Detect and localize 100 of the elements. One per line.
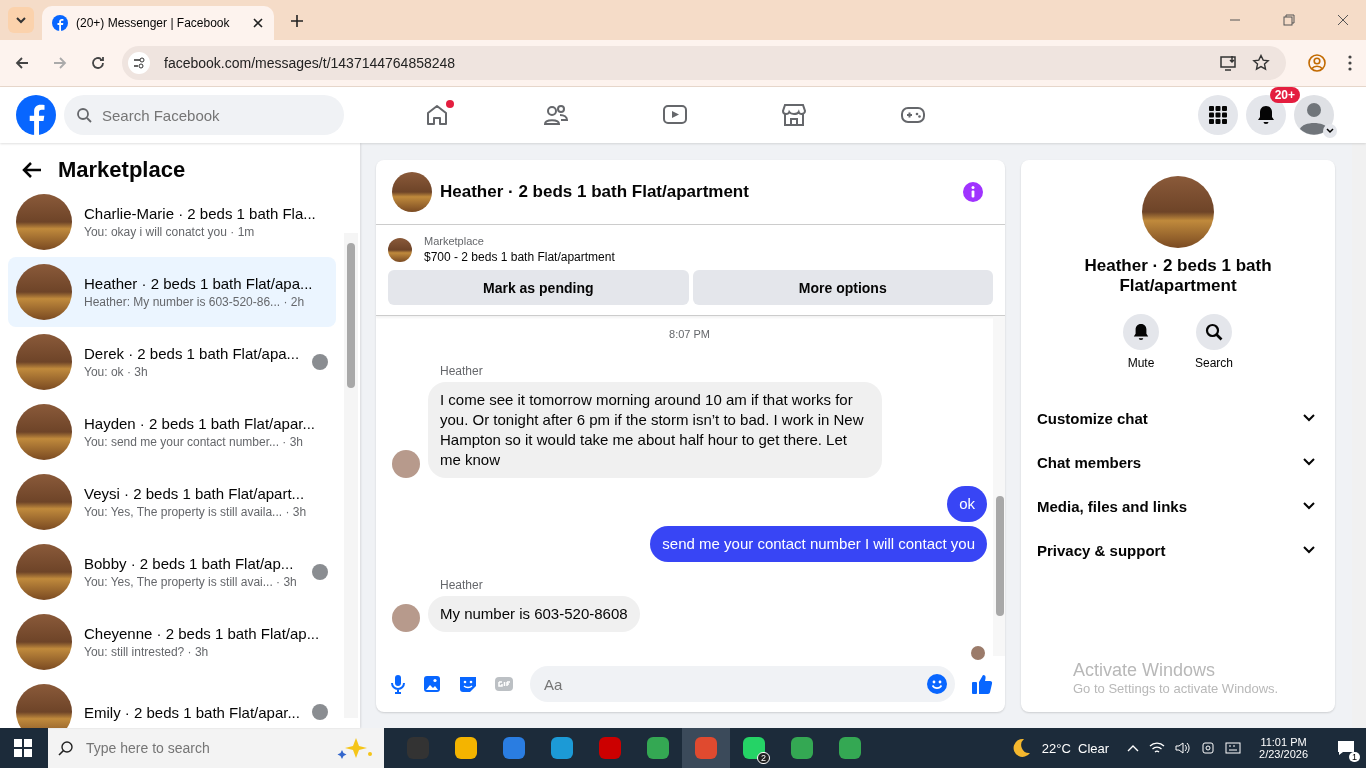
app-icon [455, 737, 477, 759]
conversation-title: Emily · 2 beds 1 bath Flat/apar... [84, 703, 300, 721]
windows-start-icon[interactable] [14, 739, 32, 757]
reload-icon[interactable] [90, 55, 106, 71]
sender-name: Heather [440, 578, 484, 592]
conversation-item[interactable]: Derek · 2 beds 1 bath Flat/apa... You: ok · 3h [8, 327, 336, 397]
thumbs-up-icon[interactable] [971, 673, 993, 695]
keyboard-language-icon[interactable] [1225, 741, 1242, 755]
image-icon[interactable] [422, 674, 442, 694]
listing-photo [16, 684, 72, 728]
search-box[interactable]: Search Facebook [64, 95, 344, 135]
avatar [392, 450, 420, 478]
listing-photo [16, 614, 72, 670]
conversation-title: Veysi · 2 beds 1 bath Flat/apart... [84, 485, 306, 502]
listing-photo [16, 544, 72, 600]
conversation-title: Heather · 2 beds 1 bath Flat/apa... [84, 275, 314, 292]
url-text: facebook.com/messages/t/1437144764858248 [164, 55, 456, 71]
menu-icon[interactable] [1348, 55, 1352, 71]
mute-button[interactable] [1123, 314, 1159, 350]
conversation-item[interactable]: Hayden · 2 beds 1 bath Flat/apar... You: send me your contact number... · 3h [8, 397, 336, 467]
conversation-item[interactable]: Cheyenne · 2 beds 1 bath Flat/ap... You: still intrested? · 3h [8, 607, 336, 677]
app-icon [551, 737, 573, 759]
home-icon[interactable] [424, 102, 450, 128]
conversation-title: Hayden · 2 beds 1 bath Flat/apar... [84, 415, 316, 432]
conversation-item[interactable]: Bobby · 2 beds 1 bath Flat/ap... You: Yes, The property is still avai... · 3h [8, 537, 336, 607]
search-button[interactable] [1196, 314, 1232, 350]
listing-label: Marketplace [424, 235, 485, 247]
listing-photo [16, 404, 72, 460]
sidebar-title: Marketplace [58, 157, 186, 183]
sticker-icon[interactable] [458, 674, 478, 694]
microphone-icon[interactable] [390, 674, 406, 694]
install-app-icon[interactable] [1220, 55, 1238, 71]
storefront-icon[interactable] [781, 102, 807, 128]
message-input-field[interactable]: Aa [542, 674, 927, 694]
scrollbar[interactable] [344, 233, 358, 718]
account-dropdown-icon[interactable] [1323, 124, 1337, 138]
message-timestamp: 8:07 PM [669, 328, 710, 340]
conversation-item[interactable]: Heather · 2 beds 1 bath Flat/apa... Heather: My number is 603-520-86... · 2h [8, 257, 336, 327]
listing-action-button[interactable]: More options [692, 270, 993, 305]
back-arrow-icon[interactable] [14, 55, 30, 71]
weather-text[interactable]: 22°C Clear [1041, 740, 1110, 756]
search-icon [1205, 323, 1223, 341]
taskbar-search-field[interactable]: Type here to search [84, 739, 324, 757]
speaker-icon[interactable] [1175, 741, 1192, 755]
taskbar-app-button[interactable]: 2 [730, 728, 778, 768]
scrollbar[interactable] [1352, 143, 1366, 728]
listing-photo [16, 474, 72, 530]
message-icon [1337, 740, 1355, 756]
listing-photo [16, 264, 72, 320]
action-label: Mute [1127, 356, 1155, 370]
search-field[interactable]: Search Facebook [100, 105, 332, 125]
collapsible-section[interactable]: Privacy & support [1037, 528, 1319, 572]
back-arrow-icon[interactable] [22, 161, 42, 179]
message-preview: You: send me your contact number... · 3h [84, 435, 305, 449]
received-message: My number is 603-520-8608 [428, 596, 640, 632]
new-tab-icon[interactable] [290, 14, 304, 28]
search-icon [76, 107, 92, 123]
facebook-logo-icon [52, 15, 68, 31]
friends-icon[interactable] [543, 102, 569, 128]
conversation-title: Derek · 2 beds 1 bath Flat/apa... [84, 345, 300, 362]
notification-center-button[interactable]: 1 [1326, 728, 1366, 768]
chevron-down-icon [15, 14, 27, 26]
tab-title: (20+) Messenger | Facebook [76, 16, 231, 30]
app-icon [743, 737, 765, 759]
listing-photo [16, 194, 72, 250]
taskbar-search-box[interactable]: Type here to search [48, 728, 384, 768]
wifi-icon[interactable] [1149, 741, 1166, 755]
message-box[interactable]: Aa [530, 666, 955, 702]
address-bar[interactable]: facebook.com/messages/t/1437144764858248 [122, 46, 1286, 80]
listing-action-button[interactable]: Mark as pending [388, 270, 689, 305]
tab-list-button[interactable] [8, 7, 34, 33]
message-preview: You: ok · 3h [84, 365, 149, 379]
bookmark-star-icon[interactable] [1252, 54, 1270, 72]
site-settings-icon[interactable] [128, 52, 150, 74]
sender-name: Heather [440, 364, 484, 378]
camera-icon[interactable] [1201, 741, 1216, 755]
collapsible-section[interactable]: Chat members [1037, 440, 1319, 484]
sent-message: send me your contact number I will contact you [650, 526, 987, 562]
app-icon [503, 737, 525, 759]
emoji-icon[interactable] [927, 674, 947, 694]
close-icon[interactable] [252, 17, 264, 29]
info-icon[interactable] [963, 182, 983, 202]
account-avatar[interactable] [1294, 95, 1334, 135]
notification-count-badge: 1 [1349, 752, 1360, 762]
chevron-up-icon[interactable] [1127, 744, 1140, 752]
scrollbar[interactable] [993, 316, 1005, 656]
collapsible-section[interactable]: Media, files and links [1037, 484, 1319, 528]
collapsible-section[interactable]: Customize chat [1037, 396, 1319, 440]
facebook-logo-icon[interactable] [16, 95, 56, 135]
clock[interactable]: 11:01 PM 2/23/2026 [1259, 736, 1308, 760]
notification-count-badge: 20+ [1269, 87, 1300, 103]
listing-photo [388, 237, 412, 262]
browser-tab[interactable]: (20+) Messenger | Facebook [42, 6, 274, 40]
conversation-item[interactable]: Charlie-Marie · 2 beds 1 bath Fla... You: okay i will conatct you · 1m [8, 187, 336, 257]
search-icon [58, 740, 74, 756]
restore-icon[interactable] [1283, 14, 1295, 26]
profile-icon[interactable] [1308, 54, 1326, 72]
chevron-down-icon [1303, 458, 1315, 466]
menu-button[interactable] [1198, 95, 1238, 135]
conversation-item[interactable]: Veysi · 2 beds 1 bath Flat/apart... You: Yes, The property is still availa... · 3h [8, 467, 336, 537]
